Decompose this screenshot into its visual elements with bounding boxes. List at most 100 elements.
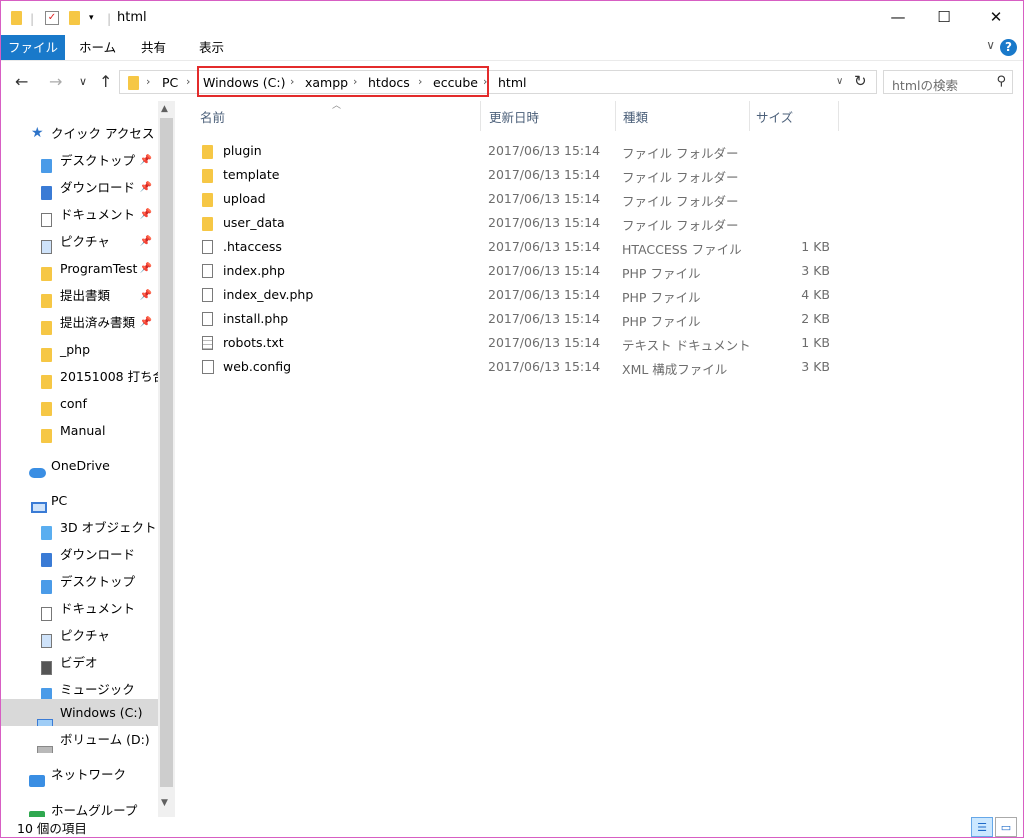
nav-label: conf	[60, 396, 87, 411]
properties-icon[interactable]: ✓	[45, 9, 59, 27]
sort-ascending-icon: ︿	[332, 101, 342, 111]
nav-onedrive[interactable]: OneDrive	[1, 452, 158, 479]
nav-item-manual[interactable]: Manual	[1, 417, 158, 444]
nav-pc-3d-objects[interactable]: 3D オブジェクト	[1, 514, 158, 541]
pin-icon[interactable]: 📌	[140, 309, 152, 336]
scroll-up-icon[interactable]: ▲	[161, 104, 168, 114]
folder-icon	[41, 425, 52, 444]
pin-icon[interactable]: 📌	[140, 174, 152, 201]
file-row[interactable]: upload 2017/06/13 15:14 ファイル フォルダー	[176, 187, 1023, 211]
nav-scrollbar[interactable]: ▲ ▼	[158, 101, 175, 819]
column-date[interactable]: 更新日時	[489, 107, 539, 131]
nav-pc-documents[interactable]: ドキュメント	[1, 595, 158, 622]
nav-network[interactable]: ネットワーク	[1, 761, 158, 788]
column-divider[interactable]	[749, 101, 750, 131]
file-row[interactable]: robots.txt 2017/06/13 15:14 テキスト ドキュメント …	[176, 331, 1023, 355]
address-bar[interactable]: › PC › Windows (C:) › xampp › htdocs › e…	[119, 66, 877, 97]
window-title: html	[117, 10, 147, 25]
tab-home[interactable]: ホーム	[67, 35, 128, 60]
forward-button[interactable]: →	[49, 72, 62, 91]
minimize-button[interactable]: —	[875, 1, 921, 33]
file-row[interactable]: .htaccess 2017/06/13 15:14 HTACCESS ファイル…	[176, 235, 1023, 259]
column-type[interactable]: 種類	[623, 107, 648, 131]
nav-item-conf[interactable]: conf	[1, 390, 158, 417]
file-date: 2017/06/13 15:14	[488, 287, 601, 302]
file-row[interactable]: template 2017/06/13 15:14 ファイル フォルダー	[176, 163, 1023, 187]
file-date: 2017/06/13 15:14	[488, 143, 601, 158]
pin-icon[interactable]: 📌	[140, 282, 152, 309]
search-input[interactable]: htmlの検索	[892, 75, 958, 94]
large-icons-view-button[interactable]: ▭	[995, 817, 1017, 837]
column-divider[interactable]	[838, 101, 839, 131]
title-bar: | ✓ ▾ | html — ☐ ✕	[1, 1, 1023, 35]
nav-item-desktop[interactable]: デスクトップ 📌	[1, 147, 158, 174]
nav-homegroup[interactable]: ホームグループ	[1, 797, 158, 819]
nav-pc-volume-d[interactable]: ボリューム (D:)	[1, 726, 158, 753]
file-row[interactable]: plugin 2017/06/13 15:14 ファイル フォルダー	[176, 139, 1023, 163]
file-date: 2017/06/13 15:14	[488, 215, 601, 230]
search-box[interactable]: htmlの検索 ⚲	[883, 70, 1013, 94]
details-view-button[interactable]: ☰	[971, 817, 993, 837]
nav-pc-videos[interactable]: ビデオ	[1, 649, 158, 676]
nav-pc-downloads[interactable]: ダウンロード	[1, 541, 158, 568]
nav-pc-pictures[interactable]: ピクチャ	[1, 622, 158, 649]
column-divider[interactable]	[615, 101, 616, 131]
nav-item-php[interactable]: _php	[1, 336, 158, 363]
nav-item-20151008[interactable]: 20151008 打ち合	[1, 363, 158, 390]
pin-icon[interactable]: 📌	[140, 255, 152, 282]
close-button[interactable]: ✕	[973, 1, 1019, 33]
drive-icon	[37, 736, 53, 753]
column-name[interactable]: 名前	[200, 107, 225, 131]
tab-view[interactable]: 表示	[187, 35, 236, 60]
scrollbar-thumb[interactable]	[160, 118, 173, 787]
scroll-down-icon[interactable]: ▼	[161, 798, 168, 808]
file-row[interactable]: install.php 2017/06/13 15:14 PHP ファイル 2 …	[176, 307, 1023, 331]
pin-icon[interactable]: 📌	[140, 147, 152, 174]
nav-item-downloads[interactable]: ダウンロード 📌	[1, 174, 158, 201]
chevron-right-icon[interactable]: ›	[146, 75, 150, 88]
file-name: index.php	[223, 263, 285, 278]
column-size[interactable]: サイズ	[756, 107, 793, 131]
file-row[interactable]: web.config 2017/06/13 15:14 XML 構成ファイル 3…	[176, 355, 1023, 379]
nav-pc-windows-c[interactable]: Windows (C:)	[1, 699, 158, 726]
up-button[interactable]: ↑	[99, 72, 112, 91]
breadcrumb-pc[interactable]: PC	[162, 75, 178, 90]
nav-item-pictures[interactable]: ピクチャ 📌	[1, 228, 158, 255]
new-folder-icon[interactable]	[69, 9, 80, 27]
column-divider[interactable]	[480, 101, 481, 131]
pin-icon[interactable]: 📌	[140, 201, 152, 228]
tab-share[interactable]: 共有	[129, 35, 178, 60]
customize-qa-icon[interactable]: ▾	[89, 9, 94, 27]
chevron-right-icon[interactable]: ›	[186, 75, 190, 88]
ribbon-expand-icon[interactable]: ∨	[986, 38, 995, 52]
file-type: HTACCESS ファイル	[622, 242, 742, 257]
maximize-button[interactable]: ☐	[921, 1, 967, 33]
file-row[interactable]: index.php 2017/06/13 15:14 PHP ファイル 3 KB	[176, 259, 1023, 283]
folder-icon	[202, 169, 213, 186]
tab-file[interactable]: ファイル	[1, 35, 65, 60]
nav-pc[interactable]: PC	[1, 487, 158, 514]
file-row[interactable]: user_data 2017/06/13 15:14 ファイル フォルダー	[176, 211, 1023, 235]
breadcrumb-html[interactable]: html	[498, 75, 526, 90]
recent-locations-button[interactable]: ∨	[79, 75, 87, 88]
nav-item-submitted-done[interactable]: 提出済み書類 📌	[1, 309, 158, 336]
refresh-icon[interactable]: ↻	[854, 72, 867, 90]
back-button[interactable]: ←	[15, 72, 28, 91]
search-icon[interactable]: ⚲	[996, 74, 1006, 89]
nav-pc-desktop[interactable]: デスクトップ	[1, 568, 158, 595]
file-date: 2017/06/13 15:14	[488, 239, 601, 254]
address-dropdown-icon[interactable]: ∨	[836, 76, 843, 87]
file-row[interactable]: index_dev.php 2017/06/13 15:14 PHP ファイル …	[176, 283, 1023, 307]
pin-icon[interactable]: 📌	[140, 228, 152, 255]
nav-item-documents[interactable]: ドキュメント 📌	[1, 201, 158, 228]
network-icon	[29, 769, 45, 788]
nav-item-submitted-docs[interactable]: 提出書類 📌	[1, 282, 158, 309]
help-icon[interactable]: ?	[1000, 39, 1017, 56]
nav-label: ネットワーク	[51, 767, 127, 782]
nav-quick-access[interactable]: ★ クイック アクセス	[1, 120, 158, 147]
nav-item-programtest[interactable]: ProgramTest 📌	[1, 255, 158, 282]
folder-icon	[41, 371, 52, 390]
file-name: user_data	[223, 215, 285, 230]
folder-icon	[41, 290, 52, 309]
onedrive-icon	[29, 460, 46, 479]
